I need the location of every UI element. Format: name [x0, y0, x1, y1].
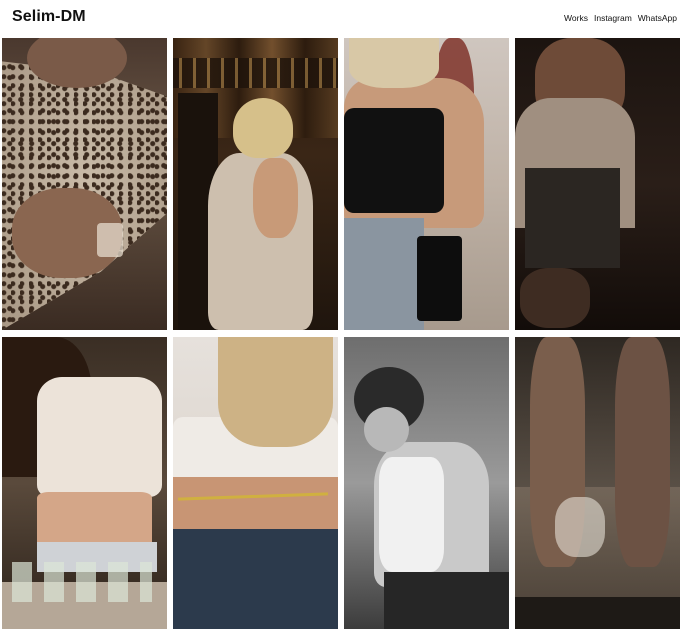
gallery-photo[interactable]: [515, 337, 680, 629]
gallery-photo[interactable]: [344, 38, 509, 330]
photo-grid: [2, 38, 684, 630]
nav-works[interactable]: Works: [564, 13, 588, 23]
gallery-photo[interactable]: [173, 38, 338, 330]
nav-instagram[interactable]: Instagram: [594, 13, 632, 23]
gallery-photo[interactable]: [344, 337, 509, 629]
main-nav: Works Instagram WhatsApp: [564, 13, 677, 23]
gallery-photo[interactable]: [2, 38, 167, 330]
site-title[interactable]: Selim-DM: [12, 8, 86, 26]
nav-whatsapp[interactable]: WhatsApp: [638, 13, 677, 23]
gallery-photo[interactable]: [173, 337, 338, 629]
gallery-photo[interactable]: [2, 337, 167, 629]
site-header: Selim-DM Works Instagram WhatsApp: [0, 0, 686, 36]
gallery-photo[interactable]: [515, 38, 680, 330]
